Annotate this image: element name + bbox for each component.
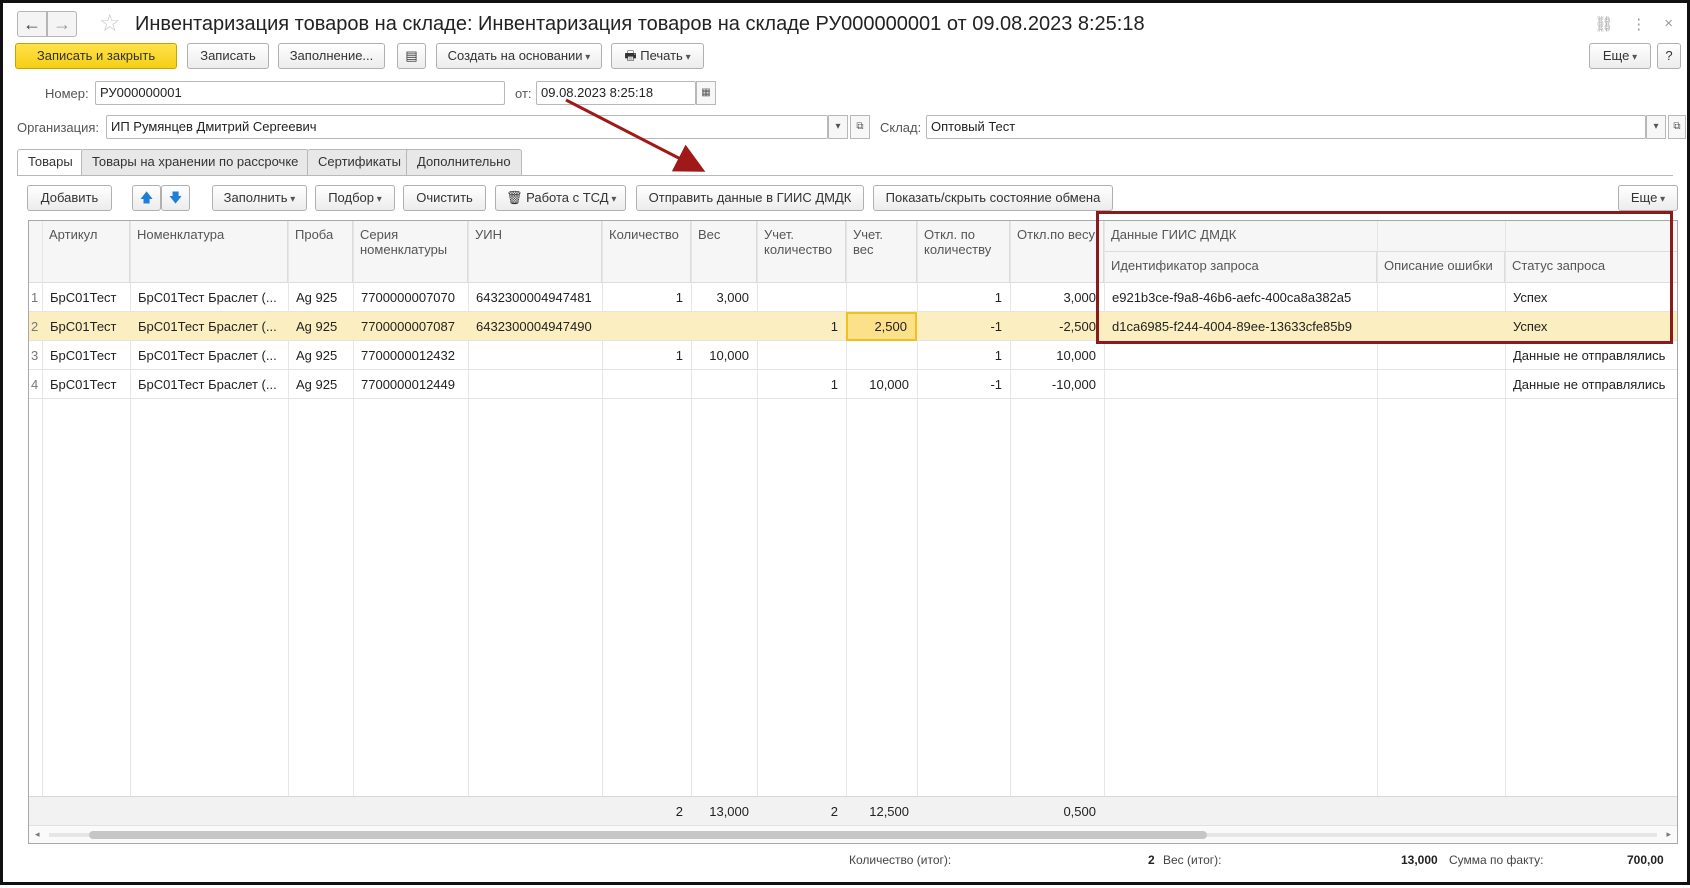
total-qty-value: 2 [1148, 853, 1155, 867]
number-field[interactable]: РУ000000001 [95, 81, 505, 105]
header-dev-weight[interactable]: Откл.по весу [1010, 221, 1104, 283]
header-qty[interactable]: Количество [602, 221, 691, 283]
fill-dropdown-button[interactable]: Заполнить [212, 185, 307, 211]
warehouse-field[interactable]: Оптовый Тест [926, 115, 1646, 139]
back-arrow-icon[interactable]: ← [17, 11, 47, 37]
scroll-right-icon[interactable]: ▸ [1666, 829, 1671, 840]
header-nomenclature[interactable]: Номенклатура [130, 221, 288, 283]
tab-additional[interactable]: Дополнительно [406, 149, 522, 175]
sum-fact-value: 700,00 [1627, 853, 1664, 867]
report-structure-icon[interactable]: ▤ [397, 43, 426, 69]
clear-button[interactable]: Очистить [403, 185, 486, 211]
close-icon[interactable]: × [1664, 15, 1673, 33]
show-hide-exchange-button[interactable]: Показать/скрыть состояние обмена [873, 185, 1113, 211]
save-button[interactable]: Записать [187, 43, 269, 69]
add-button[interactable]: Добавить [27, 185, 112, 211]
forward-arrow-icon[interactable]: → [47, 11, 77, 37]
date-label: от: [515, 86, 532, 101]
header-article[interactable]: Артикул [42, 221, 130, 283]
more-button[interactable]: Еще [1589, 43, 1651, 69]
table-row[interactable]: 4 БрС01Тест БрС01Тест Браслет (... Ag 92… [29, 370, 1677, 399]
favorite-star-icon[interactable]: ☆ [99, 11, 121, 37]
sum-fact-label: Сумма по факту: [1449, 853, 1544, 867]
table-footer-row: 2 13,000 2 12,500 0,500 [29, 796, 1677, 825]
calendar-icon[interactable]: ▦ [696, 81, 716, 105]
send-giis-button[interactable]: Отправить данные в ГИИС ДМДК [636, 185, 864, 211]
organization-field[interactable]: ИП Румянцев Дмитрий Сергеевич [106, 115, 828, 139]
table-more-button[interactable]: Еще [1618, 185, 1678, 211]
horizontal-scrollbar[interactable]: ◂ ▸ [29, 825, 1677, 843]
header-weight[interactable]: Вес [691, 221, 757, 283]
header-acc-qty[interactable]: Учет. количество [757, 221, 846, 283]
organization-open-icon[interactable]: ⧉ [850, 115, 870, 139]
header-uin[interactable]: УИН [468, 221, 602, 283]
title-bar: ← → ☆ Инвентаризация товаров на складе: … [17, 11, 1673, 39]
warehouse-dropdown-icon[interactable]: ▾ [1646, 115, 1666, 139]
scrollbar-thumb[interactable] [89, 831, 1207, 839]
current-cell[interactable]: 2,500 [846, 312, 917, 341]
organization-label: Организация: [17, 120, 100, 135]
help-button[interactable]: ? [1657, 43, 1681, 69]
move-up-icon[interactable]: 🡅 [132, 185, 161, 211]
warehouse-open-icon[interactable]: ⧉ [1668, 115, 1686, 139]
annotation-highlight-box [1096, 211, 1673, 344]
header-dev-qty[interactable]: Откл. по количеству [917, 221, 1010, 283]
scroll-left-icon[interactable]: ◂ [35, 829, 40, 840]
tab-goods[interactable]: Товары [17, 149, 84, 176]
pick-button[interactable]: Подбор [315, 185, 395, 211]
header-series[interactable]: Серия номенклатуры [353, 221, 468, 283]
organization-dropdown-icon[interactable]: ▾ [828, 115, 848, 139]
window-title: Инвентаризация товаров на складе: Инвент… [135, 13, 1145, 35]
move-down-icon[interactable]: 🡇 [161, 185, 190, 211]
total-qty-label: Количество (итог): [849, 853, 952, 867]
menu-dots-icon[interactable]: ⋮ [1631, 15, 1646, 33]
trash-icon: 🗑 [506, 190, 527, 205]
create-based-on-button[interactable]: Создать на основании [436, 43, 602, 69]
header-proba[interactable]: Проба [288, 221, 353, 283]
tsd-button[interactable]: 🗑 Работа с ТСД [495, 185, 626, 211]
fill-button[interactable]: Заполнение... [278, 43, 385, 69]
date-field[interactable]: 09.08.2023 8:25:18 [536, 81, 696, 105]
total-weight-value: 13,000 [1401, 853, 1438, 867]
save-and-close-button[interactable]: Записать и закрыть [15, 43, 177, 69]
tab-certificates[interactable]: Сертификаты [307, 149, 412, 175]
table-row[interactable]: 3 БрС01Тест БрС01Тест Браслет (... Ag 92… [29, 341, 1677, 370]
printer-icon: 🖶 [624, 48, 641, 63]
tab-divider [17, 175, 1673, 176]
warehouse-label: Склад: [880, 120, 922, 135]
print-button[interactable]: 🖶 Печать [611, 43, 704, 69]
tab-goods-on-storage[interactable]: Товары на хранении по рассрочке [81, 149, 310, 175]
window-frame: ← → ☆ Инвентаризация товаров на складе: … [0, 0, 1690, 885]
number-label: Номер: [45, 86, 89, 101]
title-icons: ⛓ ⋮ × [1594, 15, 1673, 33]
header-acc-weight[interactable]: Учет. вес [846, 221, 917, 283]
link-icon[interactable]: ⛓ [1594, 15, 1613, 33]
total-weight-label: Вес (итог): [1163, 853, 1222, 867]
